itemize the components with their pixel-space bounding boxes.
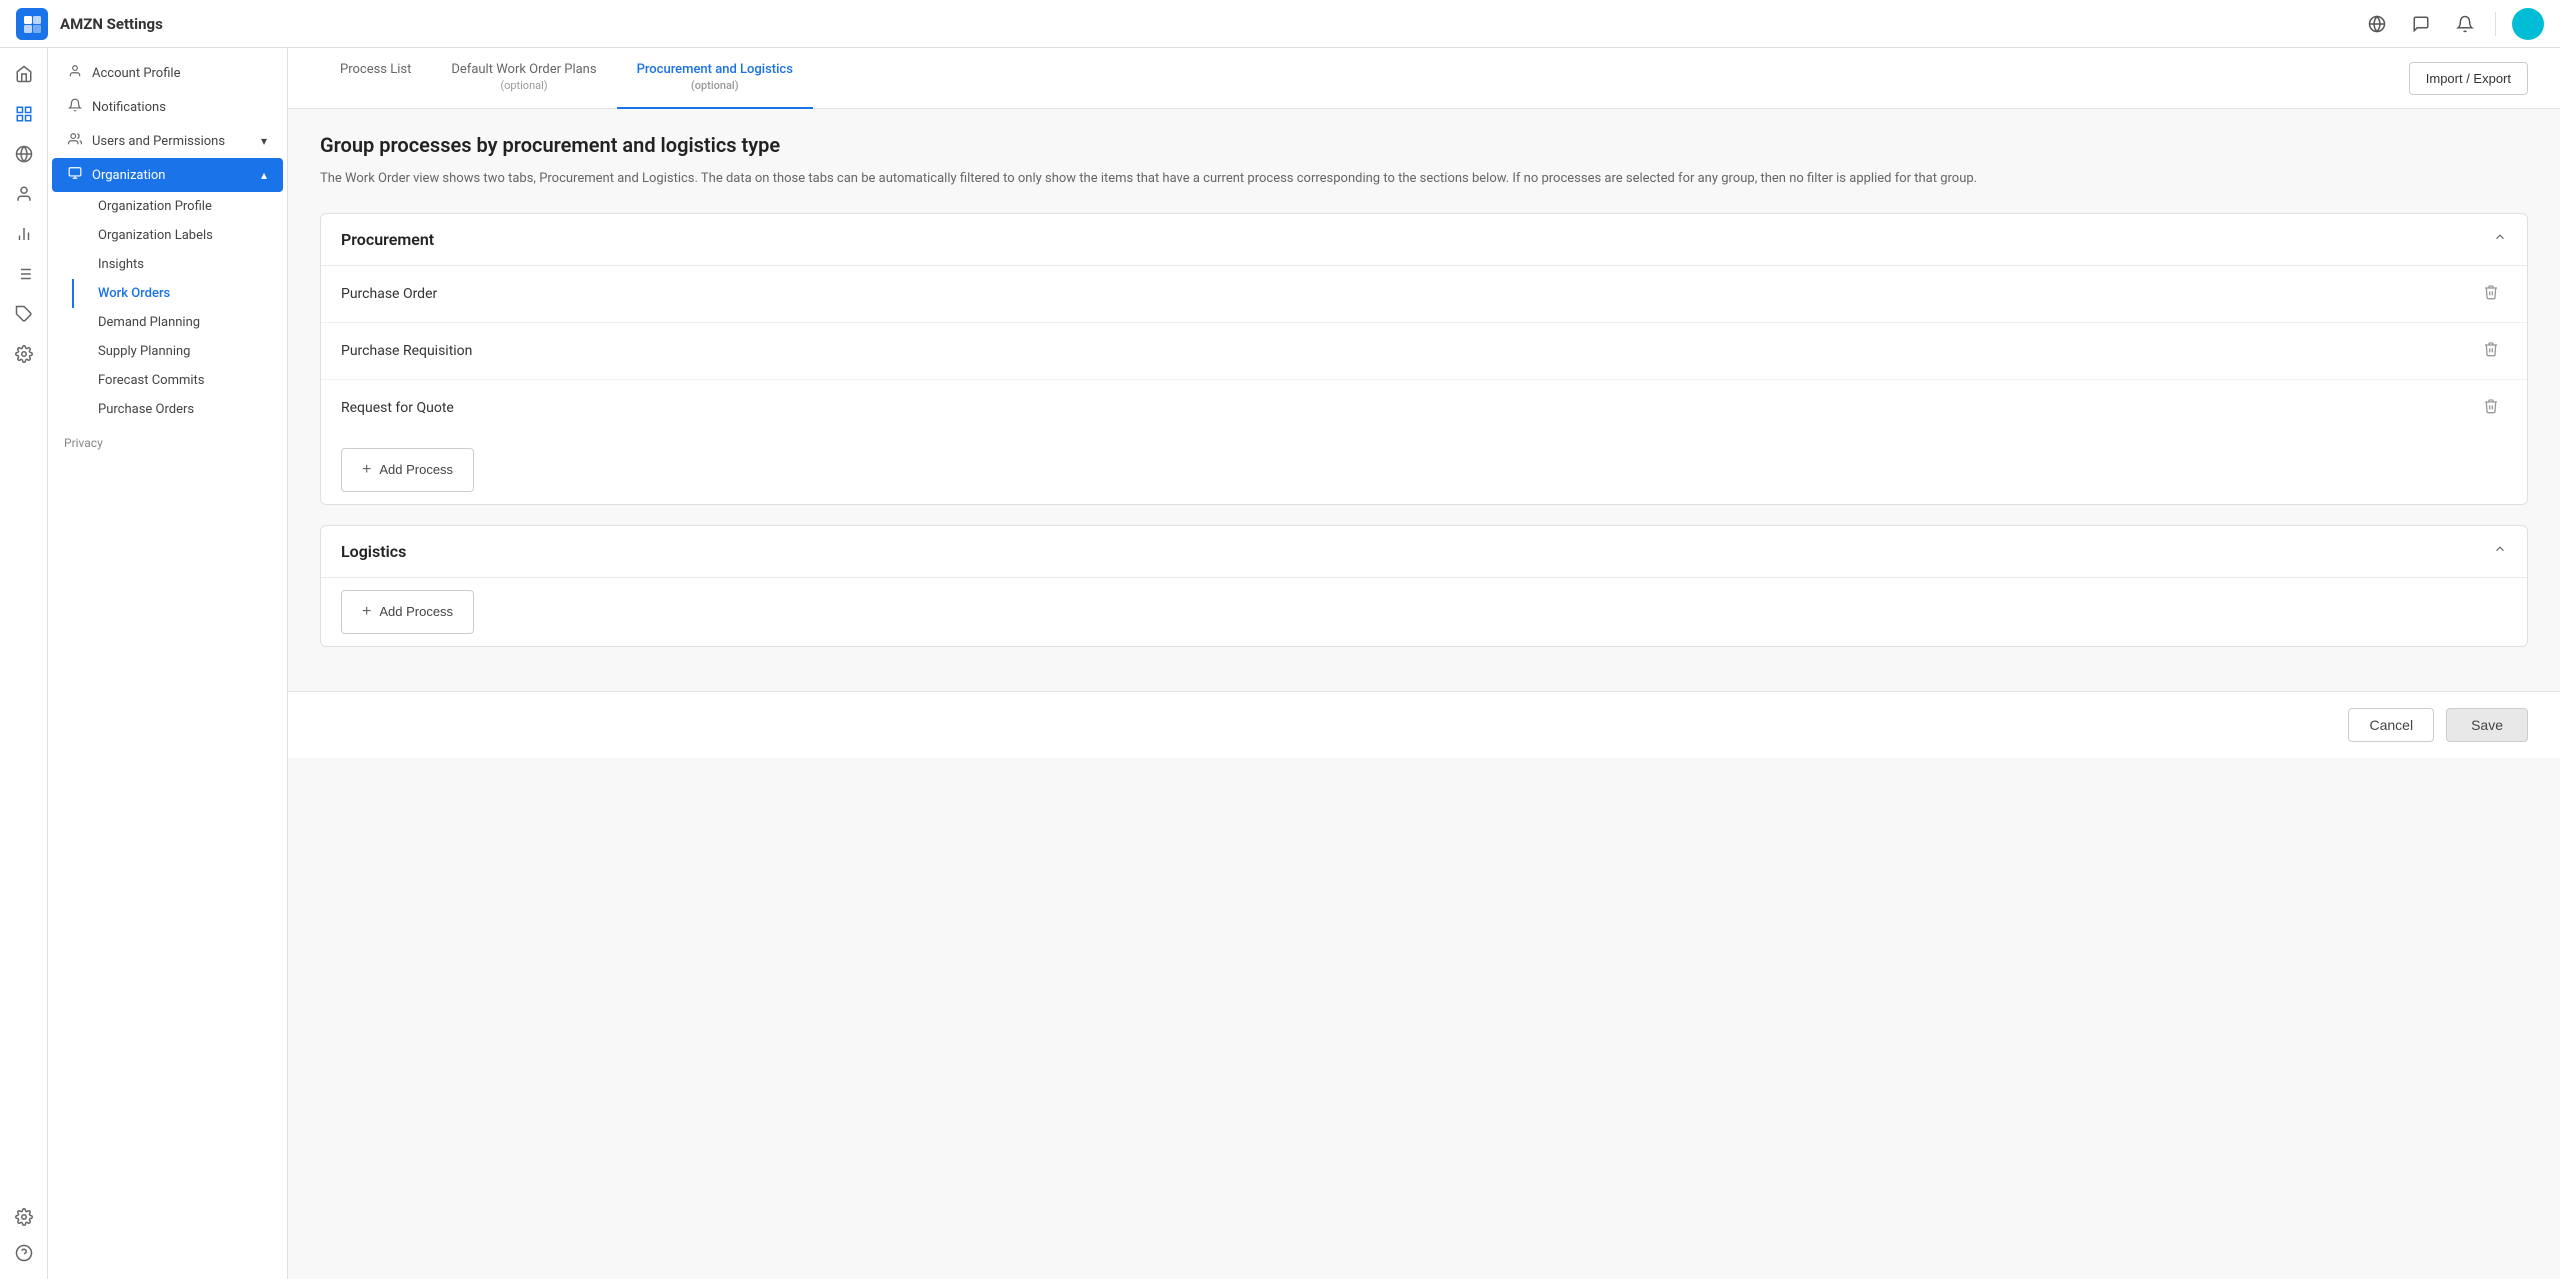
sidebar-sub-demand-planning[interactable]: Demand Planning (72, 308, 287, 337)
sidebar-item-users-permissions[interactable]: Users and Permissions ▾ (52, 124, 283, 158)
sidebar-item-label: Notifications (92, 100, 166, 115)
users-icon (68, 132, 82, 150)
tab-default-work-order-plans[interactable]: Default Work Order Plans (optional) (431, 48, 616, 109)
process-name: Purchase Order (341, 286, 2475, 302)
bottom-actions: Cancel Save (288, 691, 2560, 758)
add-process-label: Add Process (379, 462, 453, 477)
rail-apps-icon[interactable] (6, 96, 42, 132)
process-item-purchase-order: Purchase Order (321, 266, 2527, 323)
import-export-button[interactable]: Import / Export (2409, 62, 2528, 95)
topbar-icons (2363, 8, 2544, 40)
sidebar-sub-label: Work Orders (98, 286, 170, 301)
delete-purchase-order-button[interactable] (2475, 280, 2507, 308)
app-logo (16, 8, 48, 40)
sidebar-sub-insights[interactable]: Insights (72, 250, 287, 279)
rail-tag-icon[interactable] (6, 296, 42, 332)
process-item-purchase-requisition: Purchase Requisition (321, 323, 2527, 380)
sidebar-sub-work-orders[interactable]: Work Orders (72, 279, 287, 308)
save-button[interactable]: Save (2446, 708, 2528, 742)
rail-gear-icon[interactable] (6, 1199, 42, 1235)
procurement-chevron-up-icon (2493, 230, 2507, 248)
sidebar-sub-supply-planning[interactable]: Supply Planning (72, 337, 287, 366)
rail-globe-icon[interactable] (6, 136, 42, 172)
process-item-request-for-quote: Request for Quote (321, 380, 2527, 436)
chevron-down-icon: ▾ (261, 134, 267, 148)
add-process-logistics-button[interactable]: + Add Process (341, 590, 474, 634)
app-settings-label: Settings (107, 15, 163, 33)
delete-purchase-requisition-button[interactable] (2475, 337, 2507, 365)
sidebar-item-label: Account Profile (92, 66, 180, 81)
add-process-procurement-button[interactable]: + Add Process (341, 448, 474, 492)
sidebar-sub-forecast-commits[interactable]: Forecast Commits (72, 366, 287, 395)
sidebar-sub-label: Demand Planning (98, 315, 200, 330)
bell-icon[interactable] (2451, 10, 2479, 38)
rail-settings-icon[interactable] (6, 336, 42, 372)
sidebar-sub-label: Organization Profile (98, 199, 212, 214)
sidebar-sub-purchase-orders[interactable]: Purchase Orders (72, 395, 287, 424)
topbar-divider (2495, 12, 2496, 36)
rail-home-icon[interactable] (6, 56, 42, 92)
sidebar-sub-label: Organization Labels (98, 228, 213, 243)
sidebar-item-label: Organization (92, 168, 165, 183)
rail-list-icon[interactable] (6, 256, 42, 292)
sidebar-sub-label: Purchase Orders (98, 402, 194, 417)
chevron-up-icon: ▴ (261, 168, 267, 182)
bell-small-icon (68, 98, 82, 116)
rail-person-icon[interactable] (6, 176, 42, 212)
tab-header: Process List Default Work Order Plans (o… (288, 48, 2560, 109)
plus-icon: + (362, 461, 371, 479)
logistics-header[interactable]: Logistics (321, 526, 2527, 578)
sidebar-item-notifications[interactable]: Notifications (52, 90, 283, 124)
sidebar-sub-items: Organization Profile Organization Labels… (48, 192, 287, 424)
page-description: The Work Order view shows two tabs, Proc… (320, 169, 2528, 189)
cancel-button[interactable]: Cancel (2348, 708, 2434, 742)
sidebar: Account Profile Notifications Users and … (48, 48, 288, 1279)
globe-icon[interactable] (2363, 10, 2391, 38)
person-icon (68, 64, 82, 82)
app-org: AMZN (60, 15, 103, 33)
sidebar-sub-label: Insights (98, 257, 144, 272)
page-body: Group processes by procurement and logis… (288, 109, 2560, 691)
sidebar-item-account-profile[interactable]: Account Profile (52, 56, 283, 90)
sidebar-sub-label: Supply Planning (98, 344, 190, 359)
sidebar-item-label: Users and Permissions (92, 134, 225, 149)
avatar[interactable] (2512, 8, 2544, 40)
sidebar-sub-org-labels[interactable]: Organization Labels (72, 221, 287, 250)
sidebar-sub-org-profile[interactable]: Organization Profile (72, 192, 287, 221)
process-name: Purchase Requisition (341, 343, 2475, 359)
tab-procurement-logistics[interactable]: Procurement and Logistics (optional) (617, 48, 813, 109)
logistics-title: Logistics (341, 542, 2493, 561)
org-icon (68, 166, 82, 184)
delete-request-for-quote-button[interactable] (2475, 394, 2507, 422)
procurement-section: Procurement Purchase Order Purchase Requ… (320, 213, 2528, 505)
rail-help-icon[interactable] (6, 1235, 42, 1271)
sidebar-item-organization[interactable]: Organization ▴ (52, 158, 283, 192)
page-title: Group processes by procurement and logis… (320, 133, 2528, 157)
add-process-label: Add Process (379, 604, 453, 619)
procurement-header[interactable]: Procurement (321, 214, 2527, 266)
logistics-section: Logistics + Add Process (320, 525, 2528, 647)
app-title: AMZN Settings (60, 15, 163, 33)
tab-process-list[interactable]: Process List (320, 48, 431, 109)
process-name: Request for Quote (341, 400, 2475, 416)
topbar: AMZN Settings (0, 0, 2560, 48)
tabs: Process List Default Work Order Plans (o… (320, 48, 2409, 108)
sidebar-privacy[interactable]: Privacy (48, 424, 287, 462)
plus-icon: + (362, 603, 371, 621)
icon-rail (0, 48, 48, 1279)
main-content: Process List Default Work Order Plans (o… (288, 48, 2560, 1279)
rail-chart-icon[interactable] (6, 216, 42, 252)
procurement-title: Procurement (341, 230, 2493, 249)
sidebar-sub-label: Forecast Commits (98, 373, 205, 388)
chat-icon[interactable] (2407, 10, 2435, 38)
logistics-chevron-up-icon (2493, 542, 2507, 560)
